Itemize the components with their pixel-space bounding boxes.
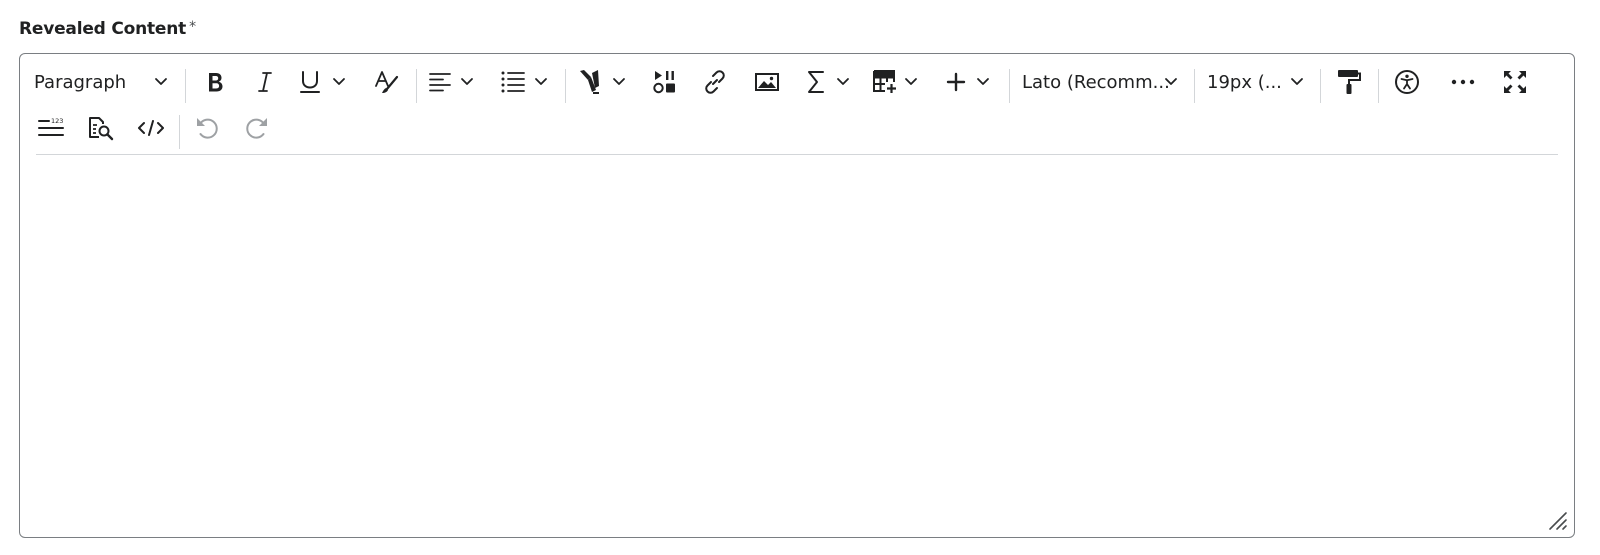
line-numbers-icon: 123	[37, 117, 65, 139]
fullscreen-icon	[1502, 69, 1528, 95]
toolbar-separator	[1378, 69, 1379, 103]
fullscreen-button[interactable]	[1498, 59, 1532, 105]
chevron-down-icon	[612, 77, 626, 87]
source-code-button[interactable]	[134, 105, 168, 151]
link-icon	[702, 69, 728, 95]
underline-icon	[298, 69, 322, 95]
toolbar-row-2: 123	[20, 105, 320, 151]
source-code-icon	[137, 119, 165, 137]
toolbar-separator	[565, 69, 566, 103]
chevron-down-icon	[976, 77, 990, 87]
required-marker: *	[189, 19, 196, 35]
toolbar-separator	[1009, 69, 1010, 103]
font-family-dropdown[interactable]: Lato (Recomm...	[1022, 59, 1182, 105]
redo-button[interactable]	[240, 105, 274, 151]
paint-roller-icon	[1336, 68, 1362, 96]
chevron-down-icon	[1164, 77, 1178, 87]
chevron-down-icon	[904, 77, 918, 87]
undo-button[interactable]	[190, 105, 224, 151]
accessibility-button[interactable]	[1390, 59, 1424, 105]
media-button[interactable]	[648, 59, 682, 105]
insert-dropdown[interactable]	[946, 59, 998, 105]
color-dropdown[interactable]	[578, 59, 634, 105]
accessibility-icon	[1394, 69, 1420, 95]
align-left-icon	[428, 71, 452, 93]
rich-text-editor: Paragraph Lato (Recomm... 19px (... 123	[19, 53, 1575, 538]
field-label-text: Revealed Content	[19, 19, 187, 39]
italic-icon	[255, 70, 275, 94]
resize-handle-icon[interactable]	[1546, 509, 1568, 531]
chevron-down-icon	[1290, 77, 1304, 87]
equation-dropdown[interactable]	[806, 59, 858, 105]
preview-button[interactable]	[84, 105, 118, 151]
chevron-down-icon	[154, 77, 168, 87]
media-icon	[652, 69, 678, 95]
link-button[interactable]	[698, 59, 732, 105]
font-size-value: 19px (...	[1207, 71, 1282, 93]
underline-button[interactable]	[298, 59, 356, 105]
toolbar-row-1: Paragraph Lato (Recomm... 19px (...	[20, 59, 1574, 105]
line-numbers-button[interactable]: 123	[34, 105, 68, 151]
chevron-down-icon	[836, 77, 850, 87]
text-format-button[interactable]	[370, 59, 404, 105]
more-button[interactable]	[1446, 59, 1480, 105]
chevron-down-icon	[460, 77, 474, 87]
highlighter-icon	[578, 68, 604, 96]
table-icon	[872, 69, 898, 95]
toolbar-divider	[36, 154, 1558, 155]
editor-content-area[interactable]	[36, 160, 1558, 527]
toolbar-separator	[1194, 69, 1195, 103]
sigma-icon	[806, 69, 826, 95]
block-format-value: Paragraph	[34, 71, 127, 93]
bold-icon	[205, 70, 225, 94]
toolbar-separator	[185, 69, 186, 103]
redo-icon	[244, 115, 270, 141]
format-painter-button[interactable]	[1332, 59, 1366, 105]
chevron-down-icon	[534, 77, 548, 87]
undo-icon	[194, 115, 220, 141]
block-format-dropdown[interactable]: Paragraph	[34, 59, 174, 105]
list-dropdown[interactable]	[500, 59, 556, 105]
font-family-value: Lato (Recomm...	[1022, 71, 1170, 93]
preview-icon	[87, 115, 115, 141]
toolbar-separator	[1320, 69, 1321, 103]
align-dropdown[interactable]	[428, 59, 484, 105]
image-button[interactable]	[750, 59, 784, 105]
font-size-dropdown[interactable]: 19px (...	[1207, 59, 1311, 105]
bold-button[interactable]	[198, 59, 232, 105]
bullet-list-icon	[500, 70, 526, 94]
text-format-icon	[373, 69, 401, 95]
image-icon	[754, 71, 780, 93]
ellipsis-icon	[1450, 78, 1476, 86]
italic-button[interactable]	[248, 59, 282, 105]
table-dropdown[interactable]	[872, 59, 928, 105]
toolbar-separator	[179, 115, 180, 149]
plus-icon	[946, 72, 966, 92]
field-label: Revealed Content *	[19, 19, 196, 39]
svg-text:123: 123	[51, 117, 63, 125]
toolbar-separator	[416, 69, 417, 103]
chevron-down-icon	[332, 77, 346, 87]
